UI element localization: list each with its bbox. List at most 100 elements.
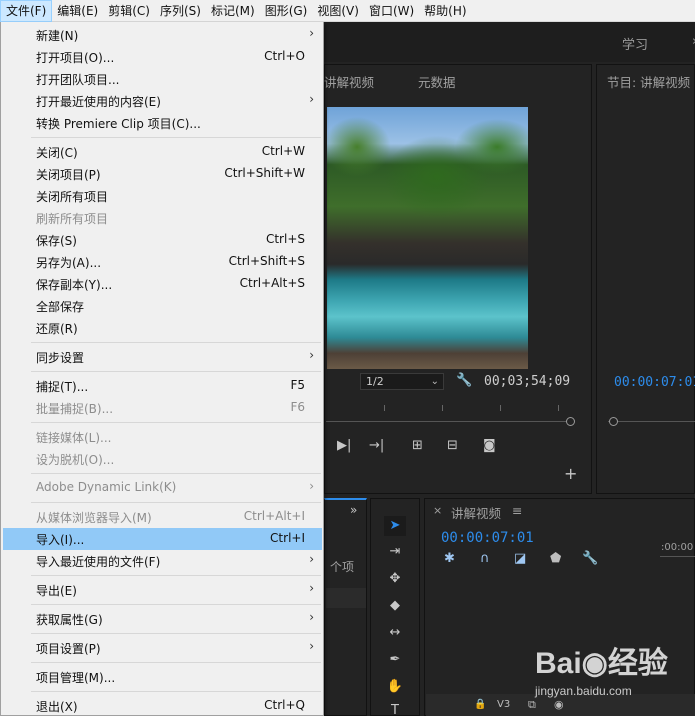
menu-item-import-recent[interactable]: 导入最近使用的文件(F) › — [3, 550, 322, 572]
menu-item-open-team-project[interactable]: 打开团队项目... — [3, 68, 322, 90]
source-timecode: 00;03;54;09 — [484, 374, 571, 389]
menu-item-label: 导入最近使用的文件(F) — [36, 555, 161, 569]
zoom-dropdown[interactable]: 1/2 ⌄ — [360, 373, 444, 390]
linked-selection-icon[interactable]: ◪ — [514, 551, 526, 566]
panel-overflow-icon[interactable]: » — [350, 503, 357, 517]
slip-tool-icon[interactable]: ↔ — [384, 623, 406, 643]
menu-item-dynamic-link: Adobe Dynamic Link(K) › — [3, 477, 322, 499]
add-button-icon[interactable]: + — [564, 466, 577, 482]
menu-item-label: 打开团队项目... — [36, 73, 120, 87]
timeline-title[interactable]: 讲解视频 — [451, 503, 501, 522]
submenu-arrow-icon: › — [309, 348, 314, 362]
menu-item-import[interactable]: 导入(I)... Ctrl+I — [3, 528, 322, 550]
source-video-frame — [327, 107, 528, 369]
timeline-settings-wrench-icon[interactable]: 🔧 — [582, 551, 598, 566]
menu-graphics[interactable]: 图形(G) — [260, 0, 313, 22]
menu-item-shortcut: Ctrl+Shift+W — [224, 166, 305, 180]
menu-item-shortcut: Ctrl+O — [264, 49, 305, 63]
program-timecode: 00:00:07:01 — [614, 375, 695, 390]
menu-item-export[interactable]: 导出(E) › — [3, 579, 322, 601]
menu-item-close-project[interactable]: 关闭项目(P) Ctrl+Shift+W — [3, 163, 322, 185]
overwrite-icon[interactable]: ⊟ — [447, 439, 458, 453]
close-tab-icon[interactable]: × — [433, 504, 442, 517]
menu-clip[interactable]: 剪辑(C) — [103, 0, 155, 22]
menu-item-convert-clip[interactable]: 转换 Premiere Clip 项目(C)... — [3, 112, 322, 134]
menu-bar: 文件(F) 编辑(E) 剪辑(C) 序列(S) 标记(M) 图形(G) 视图(V… — [0, 0, 695, 22]
menu-item-revert[interactable]: 还原(R) — [3, 317, 322, 339]
menu-item-label: 全部保存 — [36, 300, 85, 314]
menu-file[interactable]: 文件(F) — [0, 0, 53, 22]
menu-separator — [31, 502, 321, 503]
hand-tool-icon[interactable]: ✋ — [384, 677, 406, 697]
menu-item-capture[interactable]: 捕捉(T)... F5 — [3, 375, 322, 397]
menu-item-open-recent[interactable]: 打开最近使用的内容(E) › — [3, 90, 322, 112]
magnet-snap-icon[interactable]: ∩ — [480, 551, 490, 566]
menu-item-refresh-all: 刷新所有项目 — [3, 207, 322, 229]
ruler-tick — [442, 405, 443, 411]
play-icon[interactable]: ▶| — [337, 439, 351, 453]
menu-item-get-properties[interactable]: 获取属性(G) › — [3, 608, 322, 630]
menu-item-save-all[interactable]: 全部保存 — [3, 295, 322, 317]
workspace-tab-learn[interactable]: 学习 — [622, 34, 648, 53]
menu-markers[interactable]: 标记(M) — [206, 0, 260, 22]
program-panel-title[interactable]: 节目: 讲解视频 — [607, 72, 690, 91]
pen-tool-icon[interactable]: ✒ — [384, 650, 406, 670]
menu-item-label: Adobe Dynamic Link(K) — [36, 480, 177, 494]
menu-item-shortcut: Ctrl+Shift+S — [228, 254, 305, 268]
program-playhead-handle[interactable] — [609, 417, 618, 426]
menu-view[interactable]: 视图(V) — [312, 0, 364, 22]
menu-item-open-project[interactable]: 打开项目(O)... Ctrl+O — [3, 46, 322, 68]
menu-separator — [31, 422, 321, 423]
program-timeline-ruler — [608, 421, 695, 422]
submenu-arrow-icon: › — [309, 479, 314, 493]
track-select-tool-icon[interactable]: ⇥ — [384, 542, 406, 562]
hamburger-menu-icon[interactable]: ≡ — [512, 503, 522, 518]
menu-item-label: 打开最近使用的内容(E) — [36, 95, 161, 109]
razor-tool-icon[interactable]: ◆ — [384, 596, 406, 616]
ruler-tick — [384, 405, 385, 411]
menu-item-label: 捕捉(T)... — [36, 380, 89, 394]
wrench-icon[interactable]: 🔧 — [456, 374, 472, 388]
marker-icon[interactable]: ⬟ — [550, 551, 561, 566]
menu-item-save[interactable]: 保存(S) Ctrl+S — [3, 229, 322, 251]
menu-help[interactable]: 帮助(H) — [419, 0, 471, 22]
menu-item-label: 项目设置(P) — [36, 642, 101, 656]
menu-item-save-as[interactable]: 另存为(A)... Ctrl+Shift+S — [3, 251, 322, 273]
menu-item-project-settings[interactable]: 项目设置(P) › — [3, 637, 322, 659]
lock-icon[interactable]: 🔒 — [474, 699, 486, 710]
menu-item-label: 刷新所有项目 — [36, 212, 109, 226]
step-forward-icon[interactable]: →| — [369, 439, 384, 453]
menu-item-close-all-projects[interactable]: 关闭所有项目 — [3, 185, 322, 207]
menu-edit[interactable]: 编辑(E) — [52, 0, 103, 22]
menu-separator — [31, 633, 321, 634]
menu-sequence[interactable]: 序列(S) — [155, 0, 206, 22]
insert-icon[interactable]: ⊞ — [412, 439, 423, 453]
type-tool-icon[interactable]: T — [384, 701, 406, 716]
menu-item-project-manager[interactable]: 项目管理(M)... — [3, 666, 322, 688]
menu-item-label: 导出(E) — [36, 584, 77, 598]
ripple-edit-tool-icon[interactable]: ✥ — [384, 569, 406, 589]
metadata-tab[interactable]: 元数据 — [418, 72, 456, 91]
nest-icon[interactable]: ✱ — [444, 551, 455, 566]
menu-item-link-media: 链接媒体(L)... — [3, 426, 322, 448]
menu-item-sync-settings[interactable]: 同步设置 › — [3, 346, 322, 368]
menu-item-label: 项目管理(M)... — [36, 671, 116, 685]
menu-item-exit[interactable]: 退出(X) Ctrl+Q — [3, 695, 322, 716]
menu-item-import-from-browser: 从媒体浏览器导入(M) Ctrl+Alt+I — [3, 506, 322, 528]
source-panel-title[interactable]: 讲解视频 — [324, 72, 374, 91]
selection-tool-icon[interactable]: ➤ — [384, 516, 406, 536]
camera-icon[interactable]: ◙ — [483, 439, 496, 453]
project-list-header — [326, 588, 366, 608]
source-timeline-ruler — [326, 421, 572, 422]
menu-item-label: 链接媒体(L)... — [36, 431, 112, 445]
menu-item-shortcut: Ctrl+S — [265, 232, 305, 246]
zoom-value: 1/2 — [366, 375, 384, 388]
menu-separator — [31, 342, 321, 343]
menu-item-new[interactable]: 新建(N) › — [3, 24, 322, 46]
source-playhead-handle[interactable] — [566, 417, 575, 426]
menu-item-close[interactable]: 关闭(C) Ctrl+W — [3, 141, 322, 163]
menu-window[interactable]: 窗口(W) — [364, 0, 419, 22]
menu-item-save-copy[interactable]: 保存副本(Y)... Ctrl+Alt+S — [3, 273, 322, 295]
submenu-arrow-icon: › — [309, 26, 314, 40]
chevron-down-icon: ⌄ — [430, 376, 439, 387]
